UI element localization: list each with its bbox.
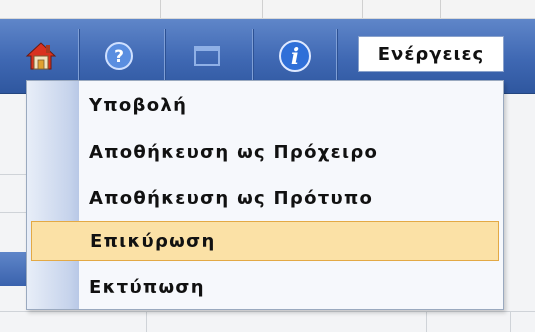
menu-item-submit[interactable]: Υποβολή	[31, 85, 499, 125]
divider	[510, 311, 511, 332]
divider	[146, 311, 147, 332]
divider	[362, 0, 363, 18]
toolbar-divider	[336, 29, 337, 83]
home-icon	[25, 42, 57, 70]
divider	[426, 311, 427, 332]
top-strip	[0, 0, 535, 19]
divider	[160, 0, 161, 18]
svg-text:?: ?	[114, 47, 124, 67]
divider	[0, 212, 26, 213]
divider	[262, 0, 263, 18]
help-icon: ?	[105, 42, 133, 70]
actions-button[interactable]: Ενέργειες	[358, 36, 504, 72]
background-tab	[0, 252, 26, 286]
menu-item-label: Αποθήκευση ως Πρόχειρο	[89, 141, 379, 163]
divider	[0, 174, 26, 175]
menu-item-label: Εκτύπωση	[89, 276, 205, 298]
toolbar-divider	[252, 29, 253, 83]
toolbar-divider	[78, 29, 79, 83]
toolbar-divider	[164, 29, 165, 83]
divider	[440, 0, 441, 18]
menu-item-label: Υποβολή	[89, 94, 188, 116]
window-icon	[194, 46, 220, 66]
menu-item-label: Αποθήκευση ως Πρότυπο	[89, 187, 374, 209]
svg-text:i: i	[291, 44, 299, 70]
menu-item-save-template[interactable]: Αποθήκευση ως Πρότυπο	[31, 178, 499, 218]
actions-menu: Υποβολή Αποθήκευση ως Πρόχειρο Αποθήκευσ…	[26, 80, 504, 310]
menu-item-validate[interactable]: Επικύρωση	[31, 221, 499, 261]
divider	[0, 311, 535, 312]
menu-item-print[interactable]: Εκτύπωση	[31, 267, 499, 307]
info-icon: i	[279, 40, 311, 72]
menu-item-save-draft[interactable]: Αποθήκευση ως Πρόχειρο	[31, 132, 499, 172]
menu-item-label: Επικύρωση	[90, 230, 216, 252]
